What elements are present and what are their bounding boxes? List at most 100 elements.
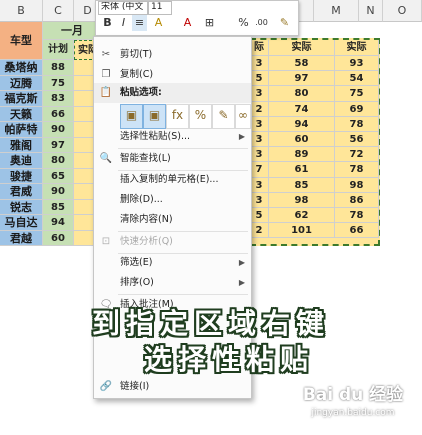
car-name-cell[interactable]: 雅阁 <box>0 137 43 153</box>
font-color-button[interactable]: A <box>180 15 195 31</box>
plan-value-cell[interactable]: 65 <box>43 168 74 184</box>
menu-item-insert-copied[interactable]: 插入复制的单元格(E)... <box>94 170 251 190</box>
car-name-cell[interactable]: 帕萨特 <box>0 122 43 138</box>
right-n-cell[interactable]: 56 <box>335 132 379 148</box>
right-k-cell[interactable]: 3 <box>250 116 269 132</box>
actual-value-cell[interactable] <box>74 199 94 215</box>
car-name-cell[interactable]: 奥迪 <box>0 153 43 169</box>
car-name-cell[interactable]: 迈腾 <box>0 75 43 91</box>
paste-link-icon[interactable]: ∞ <box>235 104 251 129</box>
borders-button[interactable]: ⊞ <box>202 15 217 31</box>
plan-value-cell[interactable]: 60 <box>43 230 74 246</box>
right-n-cell[interactable]: 75 <box>335 86 379 102</box>
actual-value-cell[interactable] <box>74 106 94 122</box>
actual-value-cell[interactable] <box>74 137 94 153</box>
right-k-cell[interactable]: 3 <box>250 132 269 148</box>
right-m-cell[interactable]: 94 <box>269 116 335 132</box>
car-name-cell[interactable]: 马自达 <box>0 215 43 231</box>
right-header-k[interactable]: 际 <box>250 40 269 56</box>
right-m-cell[interactable]: 85 <box>269 177 335 193</box>
decimal-button[interactable]: .00 <box>254 15 269 31</box>
plan-value-cell[interactable]: 94 <box>43 215 74 231</box>
plan-value-cell[interactable]: 75 <box>43 75 74 91</box>
car-name-cell[interactable]: 君越 <box>0 230 43 246</box>
right-k-cell[interactable]: 3 <box>250 192 269 208</box>
column-header-b[interactable]: B <box>0 0 43 22</box>
right-header-m[interactable]: 实际 <box>269 40 335 56</box>
right-n-cell[interactable]: 69 <box>335 101 379 117</box>
menu-item-filter[interactable]: 筛选(E) ▶ <box>94 253 251 273</box>
right-k-cell[interactable]: 3 <box>250 86 269 102</box>
menu-item-sort[interactable]: 排序(O) ▶ <box>94 273 251 293</box>
actual-value-cell[interactable] <box>74 184 94 200</box>
plan-value-cell[interactable]: 88 <box>43 60 74 76</box>
right-n-cell[interactable]: 78 <box>335 208 379 224</box>
bold-button[interactable]: B <box>100 15 115 31</box>
right-m-cell[interactable]: 101 <box>269 223 335 239</box>
right-k-cell[interactable]: 5 <box>250 208 269 224</box>
menu-item-paste-special[interactable]: 选择性粘贴(S)... ▶ <box>94 127 251 147</box>
right-n-cell[interactable]: 93 <box>335 56 379 72</box>
right-m-cell[interactable]: 98 <box>269 192 335 208</box>
menu-item-link[interactable]: 🔗 链接(I) <box>94 377 251 397</box>
right-m-cell[interactable]: 62 <box>269 208 335 224</box>
plan-value-cell[interactable]: 90 <box>43 122 74 138</box>
actual-value-cell[interactable] <box>74 230 94 246</box>
actual-value-cell[interactable] <box>74 168 94 184</box>
right-n-cell[interactable]: 54 <box>335 71 379 87</box>
car-name-cell[interactable]: 福克斯 <box>0 91 43 107</box>
right-header-n[interactable]: 实际 <box>335 40 379 56</box>
format-painter-icon[interactable]: ✎ <box>277 15 292 31</box>
right-m-cell[interactable]: 58 <box>269 56 335 72</box>
right-n-cell[interactable]: 66 <box>335 223 379 239</box>
car-header-cell[interactable]: 车型 <box>0 22 43 60</box>
column-header-o[interactable]: O <box>383 0 422 22</box>
actual-value-cell[interactable] <box>74 215 94 231</box>
right-n-cell[interactable]: 72 <box>335 147 379 163</box>
menu-item-clear-contents[interactable]: 清除内容(N) <box>94 210 251 230</box>
right-m-cell[interactable]: 60 <box>269 132 335 148</box>
column-header-n[interactable]: N <box>359 0 383 22</box>
fill-color-button[interactable]: A <box>151 15 166 31</box>
right-k-cell[interactable]: 5 <box>250 71 269 87</box>
italic-button[interactable]: I <box>116 15 131 31</box>
paste-icon[interactable]: ▣ <box>120 104 143 129</box>
right-n-cell[interactable]: 78 <box>335 116 379 132</box>
menu-item-quick-analysis[interactable]: ⊡ 快速分析(Q) <box>94 232 251 252</box>
right-m-cell[interactable]: 97 <box>269 71 335 87</box>
car-name-cell[interactable]: 桑塔纳 <box>0 60 43 76</box>
right-m-cell[interactable]: 74 <box>269 101 335 117</box>
paste-transpose-icon[interactable]: % <box>189 104 212 129</box>
actual-value-cell[interactable] <box>74 122 94 138</box>
font-name-input[interactable]: 宋体 (中文 <box>98 1 148 15</box>
paste-values-icon[interactable]: ▣ <box>143 104 166 129</box>
car-name-cell[interactable]: 君威 <box>0 184 43 200</box>
align-button[interactable]: ≡ <box>132 15 147 31</box>
right-n-cell[interactable]: 98 <box>335 177 379 193</box>
actual-value-cell[interactable] <box>74 91 94 107</box>
car-name-cell[interactable]: 天籁 <box>0 106 43 122</box>
column-header-m[interactable]: M <box>314 0 359 22</box>
plan-value-cell[interactable]: 80 <box>43 153 74 169</box>
column-header-c[interactable]: C <box>43 0 74 22</box>
plan-value-cell[interactable]: 66 <box>43 106 74 122</box>
right-m-cell[interactable]: 89 <box>269 147 335 163</box>
paste-formatting-icon[interactable]: ✎ <box>212 104 235 129</box>
font-size-input[interactable]: 11 <box>148 1 172 15</box>
right-k-cell[interactable]: 2 <box>250 223 269 239</box>
right-n-cell[interactable]: 78 <box>335 162 379 178</box>
menu-item-cut[interactable]: ✂ 剪切(T) <box>94 45 251 65</box>
plan-value-cell[interactable]: 90 <box>43 184 74 200</box>
plan-value-cell[interactable]: 83 <box>43 91 74 107</box>
right-k-cell[interactable]: 2 <box>250 101 269 117</box>
car-name-cell[interactable]: 骏捷 <box>0 168 43 184</box>
menu-item-delete[interactable]: 删除(D)... <box>94 190 251 210</box>
paste-formulas-icon[interactable]: fx <box>166 104 189 129</box>
actual-value-cell[interactable] <box>74 153 94 169</box>
car-name-cell[interactable]: 锐志 <box>0 199 43 215</box>
plan-header-cell[interactable]: 计划 <box>43 40 74 60</box>
plan-value-cell[interactable]: 97 <box>43 137 74 153</box>
menu-item-copy[interactable]: ❐ 复制(C) <box>94 65 251 85</box>
right-n-cell[interactable]: 86 <box>335 192 379 208</box>
right-k-cell[interactable]: 3 <box>250 147 269 163</box>
